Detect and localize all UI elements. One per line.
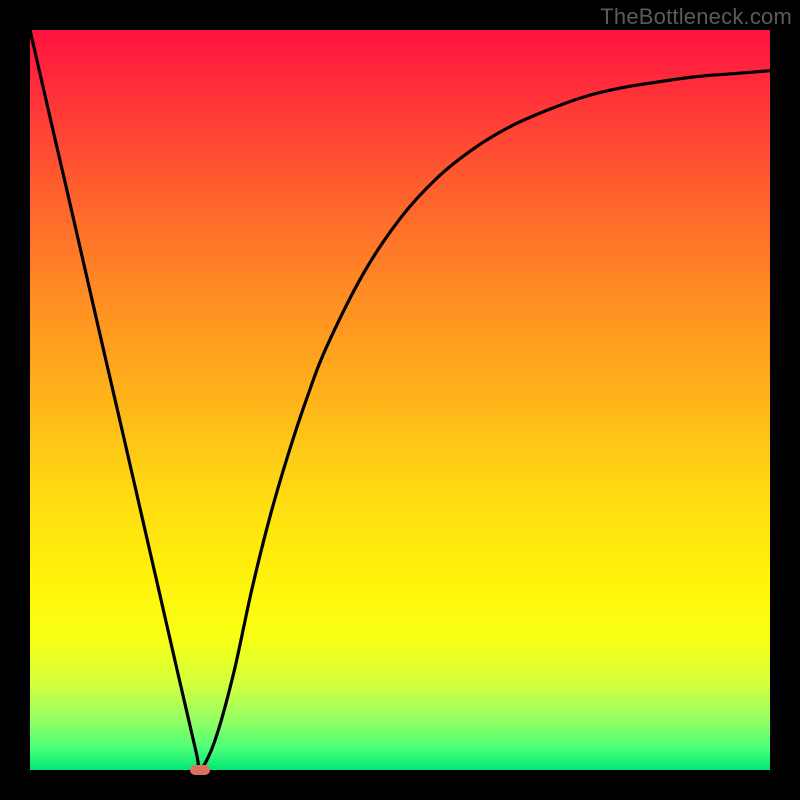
bottleneck-curve-path	[30, 30, 770, 770]
chart-plot-area	[30, 30, 770, 770]
optimal-point-marker	[190, 765, 210, 775]
chart-curve-svg	[30, 30, 770, 770]
watermark-label: TheBottleneck.com	[600, 4, 792, 30]
